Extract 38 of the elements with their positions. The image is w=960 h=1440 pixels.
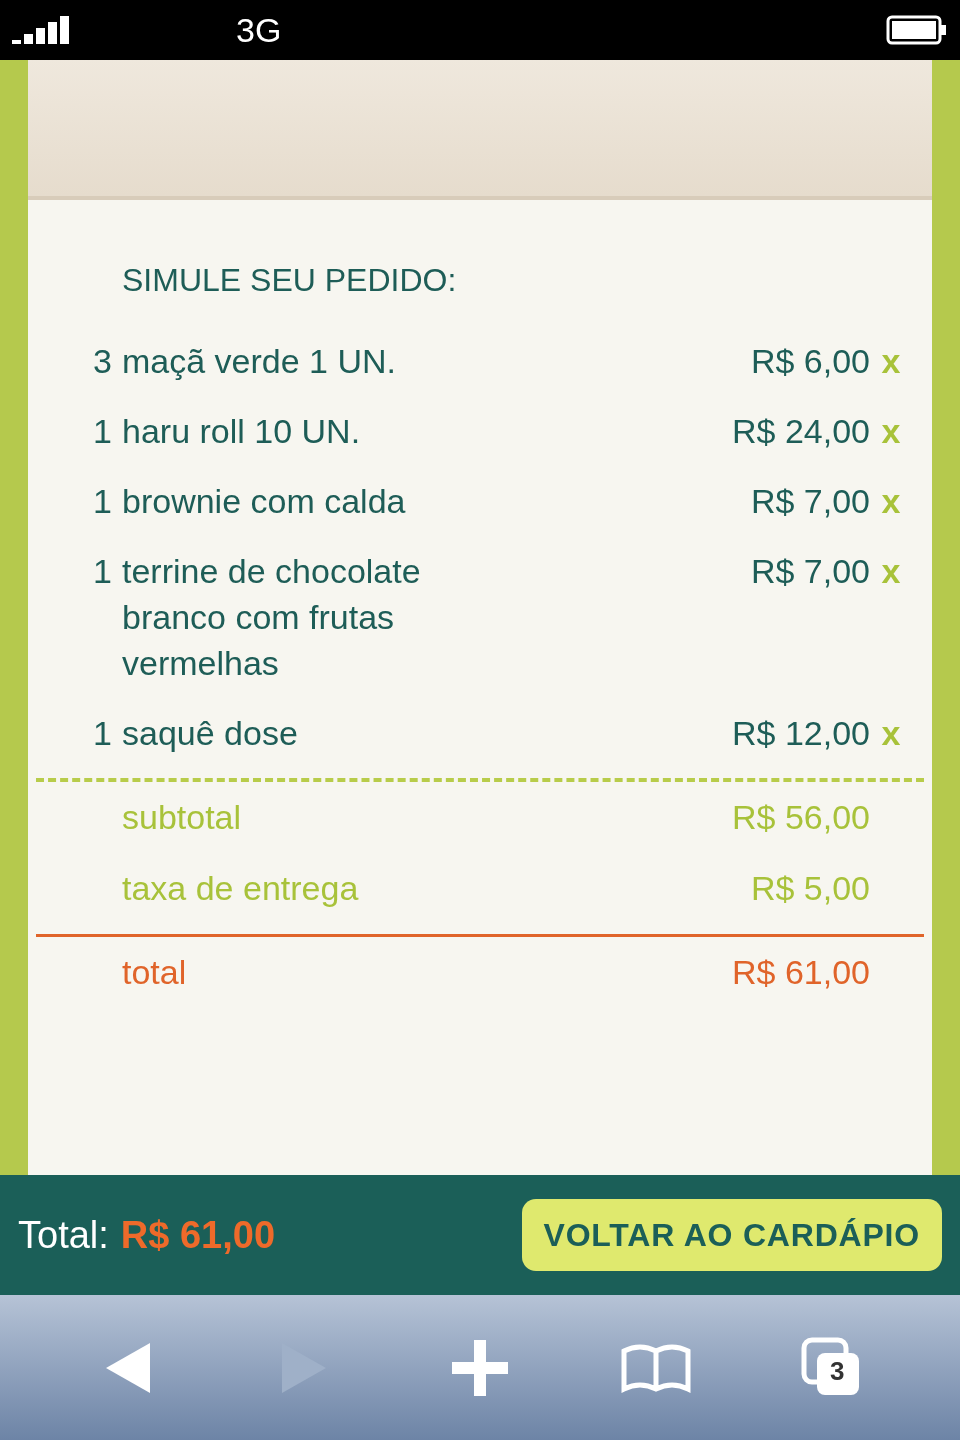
item-price: R$ 6,00 [749,341,870,382]
item-price: R$ 12,00 [731,713,870,754]
summary-value: R$ 56,00 [731,797,870,838]
total-label: Total: [18,1212,109,1258]
book-icon [620,1342,692,1393]
total-amount: R$ 61,00 [120,1212,276,1258]
order-title: SIMULE SEU PEDIDO: [121,261,458,300]
tabs-button[interactable]: 3 [792,1327,872,1408]
summary-label: subtotal [121,797,242,838]
item-name: brownie com calda [122,481,407,522]
item-quantity: 1 [92,551,113,592]
total-label: total [121,952,187,993]
item-name: terrine de chocolate branco com frutas vermelhas [122,551,422,684]
item-name: maçã verde 1 UN. [122,341,397,382]
item-name: saquê dose [122,713,299,754]
remove-button[interactable]: x [870,548,912,594]
item-quantity: 1 [92,411,113,452]
remove-button[interactable]: x [870,478,912,524]
summary-value: R$ 5,00 [749,868,870,909]
item-quantity: 3 [92,341,113,382]
item-name: haru roll 10 UN. [122,411,362,452]
remove-button[interactable]: x [870,408,912,454]
network-label: 3G [236,9,282,51]
tab-count: 3 [830,1354,845,1388]
signal-icon [12,16,70,44]
remove-button[interactable]: x [870,710,912,756]
item-price: R$ 7,00 [749,551,870,592]
back-icon [104,1340,152,1395]
back-to-menu-button[interactable]: VOLTAR AO CARDÁPIO [521,1199,942,1271]
remove-button[interactable]: x [870,338,912,384]
total-value: R$ 61,00 [731,952,870,993]
item-price: R$ 7,00 [749,481,870,522]
item-quantity: 1 [92,481,113,522]
summary-label: taxa de entrega [121,868,359,909]
plus-icon [452,1339,508,1396]
item-quantity: 1 [92,713,113,754]
item-price: R$ 24,00 [731,411,870,452]
battery-icon [886,15,948,45]
